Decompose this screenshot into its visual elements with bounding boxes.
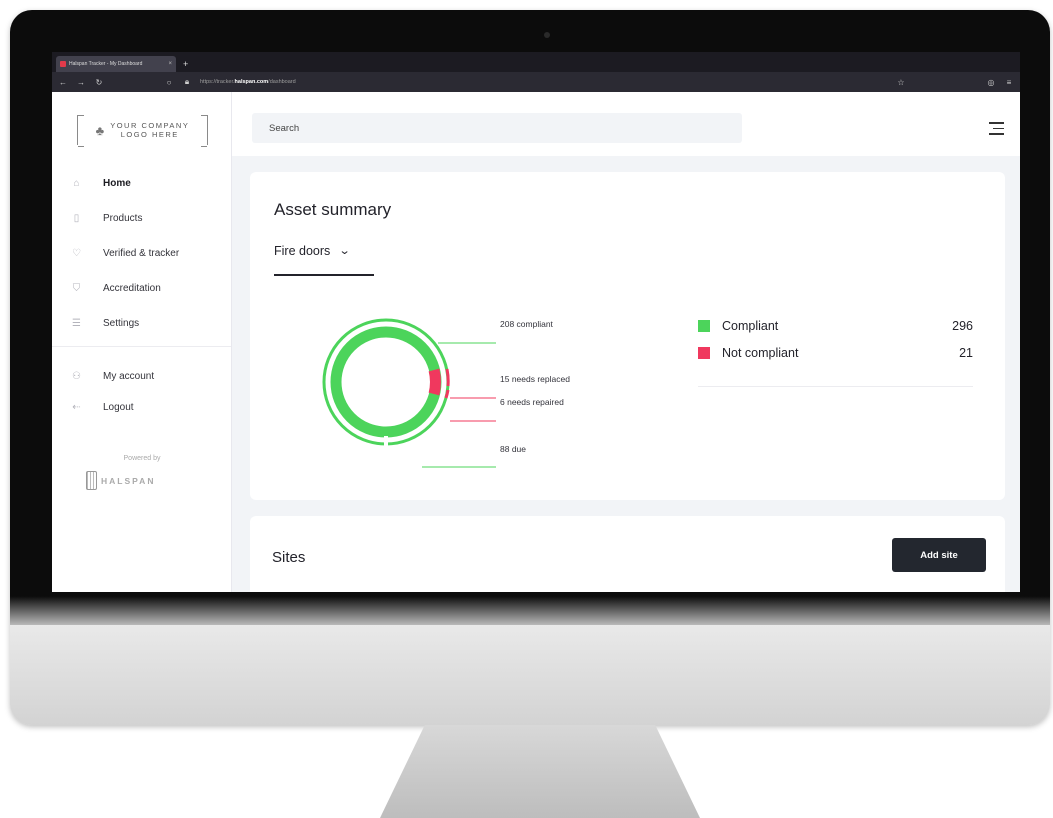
company-logo[interactable]: ♣ YOUR COMPANY LOGO HERE xyxy=(77,115,208,147)
callout-repaired: 6 needs repaired xyxy=(500,397,564,407)
sidebar-nav: ⌂ Home ▯ Products ♡ Verified & tracker ⛉… xyxy=(70,166,220,341)
outer-ring xyxy=(322,318,450,446)
reload-icon[interactable]: ↻ xyxy=(94,78,104,87)
callout-compliant: 208 compliant xyxy=(500,319,553,329)
halspan-logo: HALSPAN xyxy=(86,471,155,490)
asset-summary-title: Asset summary xyxy=(274,200,392,219)
compliance-donut-chart xyxy=(322,318,496,468)
legend-label: Not compliant xyxy=(722,346,799,360)
main-content: Asset summary Fire doors ⌄ xyxy=(232,92,1020,592)
menu-icon[interactable] xyxy=(989,122,1004,139)
logo-line-1: YOUR COMPANY xyxy=(110,121,190,130)
repaired-arc xyxy=(444,389,450,399)
tree-icon: ♣ xyxy=(95,122,105,138)
monitor-chin xyxy=(10,625,1050,725)
legend-swatch-compliant xyxy=(698,320,710,332)
search-input[interactable] xyxy=(252,113,742,143)
legend-label: Compliant xyxy=(722,319,779,333)
forward-icon[interactable]: → xyxy=(76,78,86,87)
url-path: /dashboard xyxy=(268,79,296,85)
chevron-down-icon: ⌄ xyxy=(338,245,351,257)
url-prefix: https://tracker. xyxy=(200,79,235,85)
sidebar-item-settings[interactable]: ☰ Settings xyxy=(70,306,220,341)
shield-icon: ⛉ xyxy=(72,283,81,294)
legend-swatch-not-compliant xyxy=(698,347,710,359)
sites-card: Sites Add site xyxy=(250,516,1005,592)
legend-divider xyxy=(698,386,973,387)
add-site-button[interactable]: Add site xyxy=(892,538,986,572)
screen: Halspan Tracker - My Dashboard × + ← → ↻… xyxy=(52,52,1020,592)
menu-line xyxy=(993,127,1004,129)
sidebar-item-label: Verified & tracker xyxy=(103,248,180,259)
sidebar-item-verified-tracker[interactable]: ♡ Verified & tracker xyxy=(70,236,220,271)
camera-dot xyxy=(544,32,550,38)
powered-by-text: Powered by xyxy=(123,455,161,462)
address-bar[interactable]: https://tracker.halspan.com/dashboard xyxy=(200,79,888,85)
logout-icon: ⇠ xyxy=(72,402,81,413)
home-icon: ⌂ xyxy=(73,178,80,189)
bookmark-star-icon[interactable]: ☆ xyxy=(896,78,906,87)
app: ♣ YOUR COMPANY LOGO HERE ⌂ Home ▯ Produc… xyxy=(52,92,1020,592)
location-pin-icon: ♡ xyxy=(72,248,81,259)
callout-replaced: 15 needs replaced xyxy=(500,374,570,384)
sidebar-item-label: Home xyxy=(103,178,131,189)
compliant-arc xyxy=(330,326,442,438)
sidebar-item-logout[interactable]: ⇠ Logout xyxy=(70,392,220,423)
sidebar-item-label: Products xyxy=(103,213,143,224)
callout-due: 88 due xyxy=(500,444,526,454)
top-bar xyxy=(232,92,1020,156)
hamburger-icon[interactable]: ≡ xyxy=(1004,78,1014,87)
tab-title: Halspan Tracker - My Dashboard xyxy=(69,61,143,67)
sliders-icon: ☰ xyxy=(72,318,81,329)
url-domain: halspan.com xyxy=(234,79,269,85)
user-icon: ⚇ xyxy=(72,371,81,382)
legend-not-compliant: Not compliant 21 xyxy=(698,346,973,360)
logo-line-2: LOGO HERE xyxy=(120,130,179,139)
sidebar-item-label: My account xyxy=(103,371,155,382)
halspan-mark-icon xyxy=(86,471,97,490)
extension-icon[interactable]: ◎ xyxy=(986,78,996,87)
legend-compliant: Compliant 296 xyxy=(698,319,973,333)
asset-summary-card: Asset summary Fire doors ⌄ 208 compliant… xyxy=(250,172,1005,500)
sites-title: Sites xyxy=(272,549,306,566)
asset-category-dropdown[interactable]: Fire doors ⌄ xyxy=(274,244,374,276)
logo-text: YOUR COMPANY LOGO HERE xyxy=(110,121,189,139)
browser-tab-bar: Halspan Tracker - My Dashboard × + xyxy=(52,52,1020,72)
close-icon[interactable]: × xyxy=(168,61,172,67)
browser-nav-bar: ← → ↻ ○ 🔒︎ https://tracker.halspan.com/d… xyxy=(52,72,1020,92)
sidebar-item-label: Settings xyxy=(103,318,140,329)
account-nav: ⚇ My account ⇠ Logout xyxy=(70,361,220,423)
tracking-shield-icon[interactable]: ○ xyxy=(164,78,174,87)
sidebar-divider xyxy=(52,346,231,347)
menu-line xyxy=(989,133,1004,135)
menu-line xyxy=(989,122,1004,124)
replaced-arc xyxy=(445,368,450,387)
asset-category-value: Fire doors xyxy=(274,244,331,258)
door-icon: ▯ xyxy=(73,213,80,224)
legend-count: 296 xyxy=(952,319,973,333)
not-compliant-arc xyxy=(428,368,441,396)
favicon-icon xyxy=(60,61,66,67)
sidebar-item-label: Accreditation xyxy=(103,283,161,294)
new-tab-icon[interactable]: + xyxy=(183,59,188,69)
halspan-wordmark: HALSPAN xyxy=(101,475,156,486)
back-icon[interactable]: ← xyxy=(58,78,68,87)
monitor-stand xyxy=(380,725,700,818)
lock-icon: 🔒︎ xyxy=(184,77,190,86)
sidebar-item-home[interactable]: ⌂ Home xyxy=(70,166,220,201)
browser-tab[interactable]: Halspan Tracker - My Dashboard × xyxy=(56,56,176,72)
legend-count: 21 xyxy=(959,346,973,360)
sidebar-item-label: Logout xyxy=(103,402,134,413)
sidebar-item-my-account[interactable]: ⚇ My account xyxy=(70,361,220,392)
sidebar-item-products[interactable]: ▯ Products xyxy=(70,201,220,236)
sidebar-item-accreditation[interactable]: ⛉ Accreditation xyxy=(70,271,220,306)
sidebar: ♣ YOUR COMPANY LOGO HERE ⌂ Home ▯ Produc… xyxy=(52,92,232,592)
